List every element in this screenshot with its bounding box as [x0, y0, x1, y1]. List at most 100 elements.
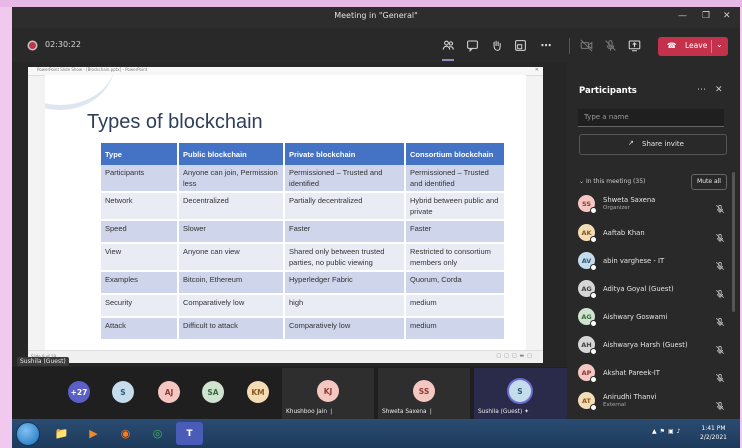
sharing-icon: ✦ — [524, 409, 529, 415]
chrome-icon[interactable]: ◎ — [144, 422, 171, 445]
in-meeting-section-header[interactable]: ⌄ In this meeting (35) — [579, 178, 645, 185]
share-invite-label: Share invite — [642, 140, 684, 148]
recording-icon — [29, 42, 36, 49]
share-screen-icon[interactable] — [626, 37, 642, 53]
participant-search-input[interactable]: Type a name — [578, 109, 724, 127]
mic-muted-icon[interactable] — [715, 368, 725, 387]
mic-off-icon[interactable] — [602, 37, 618, 53]
video-tile[interactable]: KJ Khushboo Jain ❘ — [282, 368, 374, 419]
meeting-timer: 02:30:22 — [45, 40, 81, 49]
table-row: Examples Bitcoin, Ethereum Hyperledger F… — [101, 271, 506, 295]
participant-row[interactable]: AG Aishwary Goswami — [578, 305, 728, 331]
table-row: Participants Anyone can join, Permission… — [101, 165, 506, 193]
teams-meeting-window: Meeting in "General" — ❐ ✕ 02:30:22 ⋯ ☎ … — [12, 7, 740, 419]
raise-hand-icon[interactable] — [488, 37, 504, 53]
participant-name: Akshat Pareek-IT — [603, 369, 660, 377]
table-row: Network Decentralized Partially decentra… — [101, 192, 506, 221]
table-cell: high — [284, 294, 406, 318]
powerpoint-close-icon: ✕ — [534, 67, 539, 73]
clock-time: 1:41 PM — [701, 425, 726, 432]
teams-icon[interactable]: T — [176, 422, 203, 445]
mic-muted-icon[interactable] — [715, 312, 725, 331]
mic-muted-icon[interactable] — [715, 199, 725, 218]
maximize-icon[interactable]: ❐ — [702, 11, 710, 21]
table-cell: Speed — [101, 220, 179, 244]
mic-muted-icon[interactable] — [715, 228, 725, 247]
more-options-icon[interactable]: ⋯ — [697, 85, 706, 95]
leave-button[interactable]: ☎ Leave ⌄ — [658, 37, 728, 56]
media-player-icon[interactable]: ▶ — [80, 422, 107, 445]
presence-icon — [590, 376, 597, 383]
participant-row[interactable]: AT Anirudhi Thanvi External — [578, 389, 728, 415]
more-participants-bubble[interactable]: +27 — [68, 381, 90, 403]
table-cell: Security — [101, 294, 179, 318]
participant-name: abin varghese - IT — [603, 257, 665, 265]
close-icon[interactable]: ✕ — [723, 11, 731, 21]
mic-muted-icon[interactable] — [715, 340, 725, 359]
mic-muted-icon[interactable] — [715, 256, 725, 275]
presenter-label: Sushila (Guest) — [17, 357, 69, 366]
participants-icon[interactable] — [440, 37, 456, 53]
presence-icon — [590, 292, 597, 299]
active-indicator — [442, 59, 454, 61]
powerpoint-window-title: PowerPoint Slide Show - [Blockchain.pptx… — [37, 67, 148, 72]
table-cell: Hybrid between public and private — [405, 192, 506, 221]
file-explorer-icon[interactable]: 📁 — [48, 422, 75, 445]
participant-row[interactable]: SS Shweta Saxena Organizer — [578, 192, 728, 218]
participant-name: Anirudhi Thanvi — [603, 393, 657, 401]
mic-muted-icon: ❘ — [428, 409, 434, 415]
toolbar-divider — [569, 38, 570, 54]
share-icon: ↗ — [628, 139, 634, 147]
participant-avatar: S — [509, 380, 531, 402]
minimize-icon[interactable]: — — [678, 11, 687, 21]
camera-off-icon[interactable] — [578, 37, 594, 53]
table-cell: Slower — [178, 220, 285, 244]
participant-avatar[interactable]: S — [112, 381, 134, 403]
participants-panel: Participants ⋯ ✕ Type a name ↗ Share inv… — [567, 62, 740, 419]
mic-muted-icon[interactable] — [715, 284, 725, 303]
firefox-icon[interactable]: ◉ — [112, 422, 139, 445]
system-tray-icons[interactable]: ▲⚑▣♪ — [652, 428, 684, 435]
table-cell: Permissioned – Trusted and identified — [405, 165, 506, 193]
panel-title: Participants — [579, 86, 637, 96]
mic-muted-icon[interactable] — [715, 396, 725, 415]
panel-scrollbar[interactable] — [732, 172, 735, 312]
video-tile-presenter[interactable]: S Sushila (Guest) ✦ — [474, 368, 567, 419]
phone-hangup-icon: ☎ — [667, 41, 677, 50]
participant-row[interactable]: AG Aditya Goyal (Guest) — [578, 277, 728, 303]
close-panel-icon[interactable]: ✕ — [715, 85, 723, 95]
share-invite-button[interactable]: ↗ Share invite — [579, 134, 727, 155]
chat-icon[interactable] — [464, 37, 480, 53]
participant-row[interactable]: AV abin varghese - IT — [578, 249, 728, 275]
table-cell: Partially decentralized — [284, 192, 406, 221]
participant-row[interactable]: AP Akshat Pareek-IT — [578, 361, 728, 387]
participant-row[interactable]: AK Aaftab Khan — [578, 221, 728, 247]
more-actions-icon[interactable]: ⋯ — [538, 37, 554, 53]
table-cell: Restricted to consortium members only — [405, 243, 506, 272]
powerpoint-window: PowerPoint Slide Show - [Blockchain.pptx… — [28, 67, 543, 363]
table-cell: Participants — [101, 165, 179, 193]
mute-all-button[interactable]: Mute all — [691, 174, 727, 190]
blockchain-table: Type Public blockchain Private blockchai… — [101, 143, 506, 341]
breakout-rooms-icon[interactable] — [512, 37, 528, 53]
table-header: Public blockchain — [178, 143, 285, 165]
search-placeholder: Type a name — [584, 113, 629, 121]
leave-label: Leave — [685, 41, 708, 50]
participant-row[interactable]: AH Aishwarya Harsh (Guest) — [578, 333, 728, 359]
meeting-controls-bar: 02:30:22 ⋯ ☎ Leave ⌄ — [12, 28, 740, 62]
shared-screen: PowerPoint Slide Show - [Blockchain.pptx… — [12, 62, 567, 367]
participant-avatar[interactable]: AJ — [158, 381, 180, 403]
video-tile[interactable]: SS Shweta Saxena ❘ — [378, 368, 470, 419]
chevron-down-icon[interactable]: ⌄ — [716, 40, 723, 49]
table-cell: Quorum, Corda — [405, 271, 506, 295]
start-button[interactable] — [16, 422, 40, 446]
clock-date: 2/2/2021 — [700, 434, 727, 441]
clock[interactable]: 1:41 PM 2/2/2021 — [700, 424, 727, 442]
participant-name: Aaftab Khan — [603, 229, 645, 237]
title-bar: Meeting in "General" — ❐ ✕ — [12, 7, 740, 28]
participant-avatar[interactable]: SA — [202, 381, 224, 403]
table-cell: Shared only between trusted parties, no … — [284, 243, 406, 272]
participant-avatar[interactable]: KM — [247, 381, 269, 403]
windows-taskbar: 📁 ▶ ◉ ◎ T ▲⚑▣♪ 1:41 PM 2/2/2021 — [12, 419, 740, 448]
table-cell: Examples — [101, 271, 179, 295]
